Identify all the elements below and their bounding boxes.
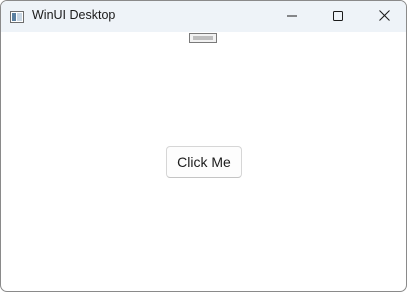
- app-window: WinUI Desktop Click Me: [0, 0, 407, 292]
- minimize-button[interactable]: [269, 1, 315, 32]
- app-icon: [10, 10, 24, 23]
- maximize-button[interactable]: [315, 1, 361, 32]
- maximize-icon: [333, 8, 343, 26]
- close-icon: [378, 8, 390, 26]
- minimize-icon: [287, 8, 297, 26]
- title-bar[interactable]: WinUI Desktop: [1, 1, 406, 32]
- close-button[interactable]: [361, 1, 406, 32]
- click-me-button[interactable]: Click Me: [166, 146, 242, 178]
- window-title: WinUI Desktop: [32, 8, 116, 22]
- drag-handle[interactable]: [189, 33, 217, 43]
